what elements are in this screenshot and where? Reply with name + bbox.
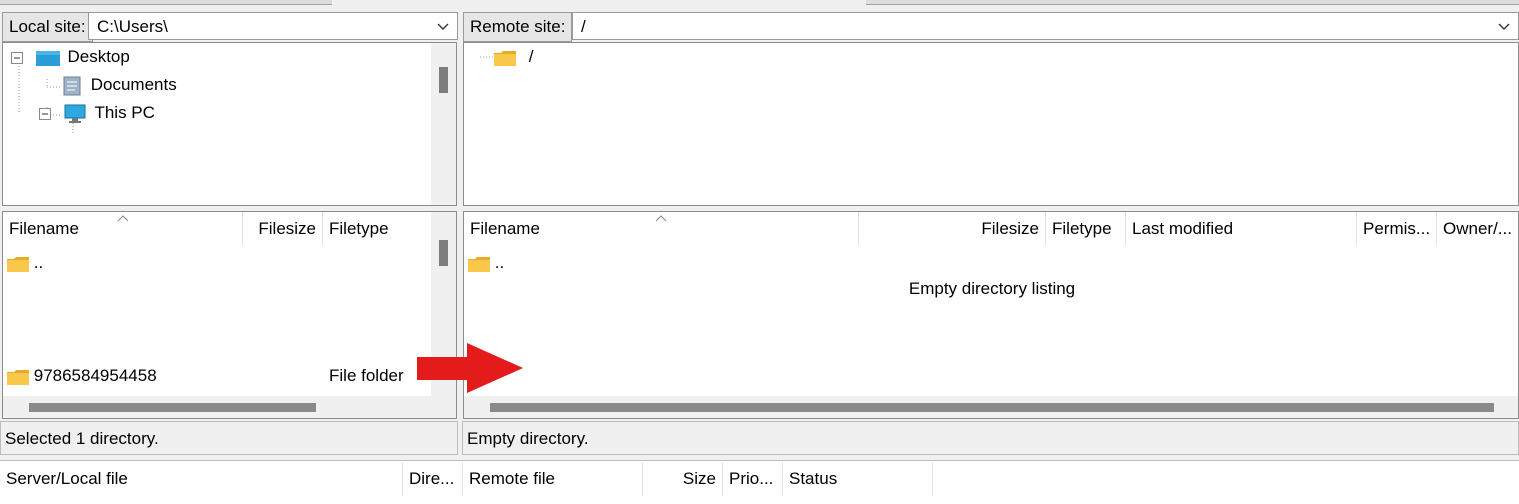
remote-site-label: Remote site:: [463, 12, 573, 42]
local-directory-tree[interactable]: Desktop Documents This PC: [2, 42, 457, 206]
scrollbar-thumb[interactable]: [29, 403, 316, 412]
local-site-path: C:\Users\: [97, 17, 168, 36]
toolbar-edge-right: [866, 0, 1519, 5]
local-site-path-combo[interactable]: C:\Users\: [88, 12, 458, 40]
filename: ..: [33, 253, 44, 272]
remote-list-header: Filename Filesize Filetype Last modified…: [464, 212, 1518, 246]
documents-icon: [63, 76, 81, 96]
annotation-arrow-icon: [417, 343, 523, 393]
column-header-status[interactable]: Status: [783, 462, 933, 496]
empty-listing-message: Empty directory listing: [908, 279, 1076, 298]
folder-icon: [7, 256, 29, 272]
desktop-icon: [35, 50, 60, 66]
top-toolbar-edge: [0, 0, 1519, 8]
list-item-parent[interactable]: ..: [468, 250, 504, 276]
column-header-owner[interactable]: Owner/...: [1437, 212, 1518, 246]
toolbar-edge-left: [0, 0, 332, 5]
tree-item-documents[interactable]: Documents: [63, 73, 177, 97]
tree-item-label: /: [528, 47, 534, 66]
local-status-bar: Selected 1 directory.: [0, 421, 458, 455]
remote-file-list[interactable]: Filename Filesize Filetype Last modified…: [463, 211, 1519, 419]
column-header-direction[interactable]: Dire...: [403, 462, 463, 496]
local-tree-scrollbar[interactable]: [431, 43, 456, 205]
column-header-filesize[interactable]: Filesize: [243, 212, 323, 246]
filename: ..: [494, 253, 505, 272]
local-site-bar: Local site: C:\Users\: [0, 8, 458, 42]
tree-item-root[interactable]: /: [494, 45, 533, 69]
column-header-filetype[interactable]: Filetype: [323, 212, 431, 246]
sort-ascending-icon: [117, 215, 129, 222]
folder-icon: [7, 369, 29, 385]
scrollbar-thumb[interactable]: [439, 240, 448, 266]
scrollbar-thumb[interactable]: [439, 67, 448, 93]
collapse-icon[interactable]: [39, 107, 51, 120]
column-header-priority[interactable]: Prio...: [723, 462, 783, 496]
column-header-filesize[interactable]: Filesize: [859, 212, 1046, 246]
column-header-last-modified[interactable]: Last modified: [1126, 212, 1357, 246]
remote-list-hscrollbar[interactable]: [464, 396, 1518, 418]
local-list-header: Filename Filesize Filetype: [3, 212, 431, 246]
chevron-down-icon[interactable]: [435, 13, 451, 41]
folder-icon: [468, 256, 490, 272]
local-file-list[interactable]: Filename Filesize Filetype .. 9786584954…: [2, 211, 457, 419]
column-header-size[interactable]: Size: [643, 462, 723, 496]
tree-item-this-pc[interactable]: This PC: [39, 101, 155, 125]
filetype: File folder: [329, 366, 404, 385]
list-item-folder[interactable]: 9786584954458 File folder: [7, 363, 431, 389]
column-header-filetype[interactable]: Filetype: [1046, 212, 1126, 246]
remote-status-bar: Empty directory.: [462, 421, 1519, 455]
remote-site-path-combo[interactable]: /: [572, 12, 1519, 40]
computer-icon: [64, 104, 86, 123]
remote-site-bar: Remote site: /: [462, 8, 1519, 42]
list-item-parent[interactable]: ..: [7, 250, 43, 276]
column-header-remote-file[interactable]: Remote file: [463, 462, 643, 496]
scrollbar-thumb[interactable]: [490, 403, 1494, 412]
remote-directory-tree[interactable]: /: [463, 42, 1519, 206]
chevron-down-icon[interactable]: [1496, 13, 1512, 41]
tree-item-desktop[interactable]: Desktop: [11, 45, 130, 69]
remote-site-path: /: [581, 17, 586, 36]
collapse-icon[interactable]: [11, 51, 23, 64]
tree-item-label: Documents: [90, 75, 177, 94]
column-header-permissions[interactable]: Permis...: [1357, 212, 1437, 246]
filename: 9786584954458: [33, 366, 157, 385]
local-list-hscrollbar[interactable]: [3, 396, 456, 418]
tree-item-label: This PC: [94, 103, 155, 122]
folder-icon: [494, 50, 516, 66]
tree-item-label: Desktop: [67, 47, 130, 66]
sort-ascending-icon: [655, 215, 667, 222]
local-site-label: Local site:: [2, 12, 93, 42]
column-header-server-local-file[interactable]: Server/Local file: [0, 462, 403, 496]
